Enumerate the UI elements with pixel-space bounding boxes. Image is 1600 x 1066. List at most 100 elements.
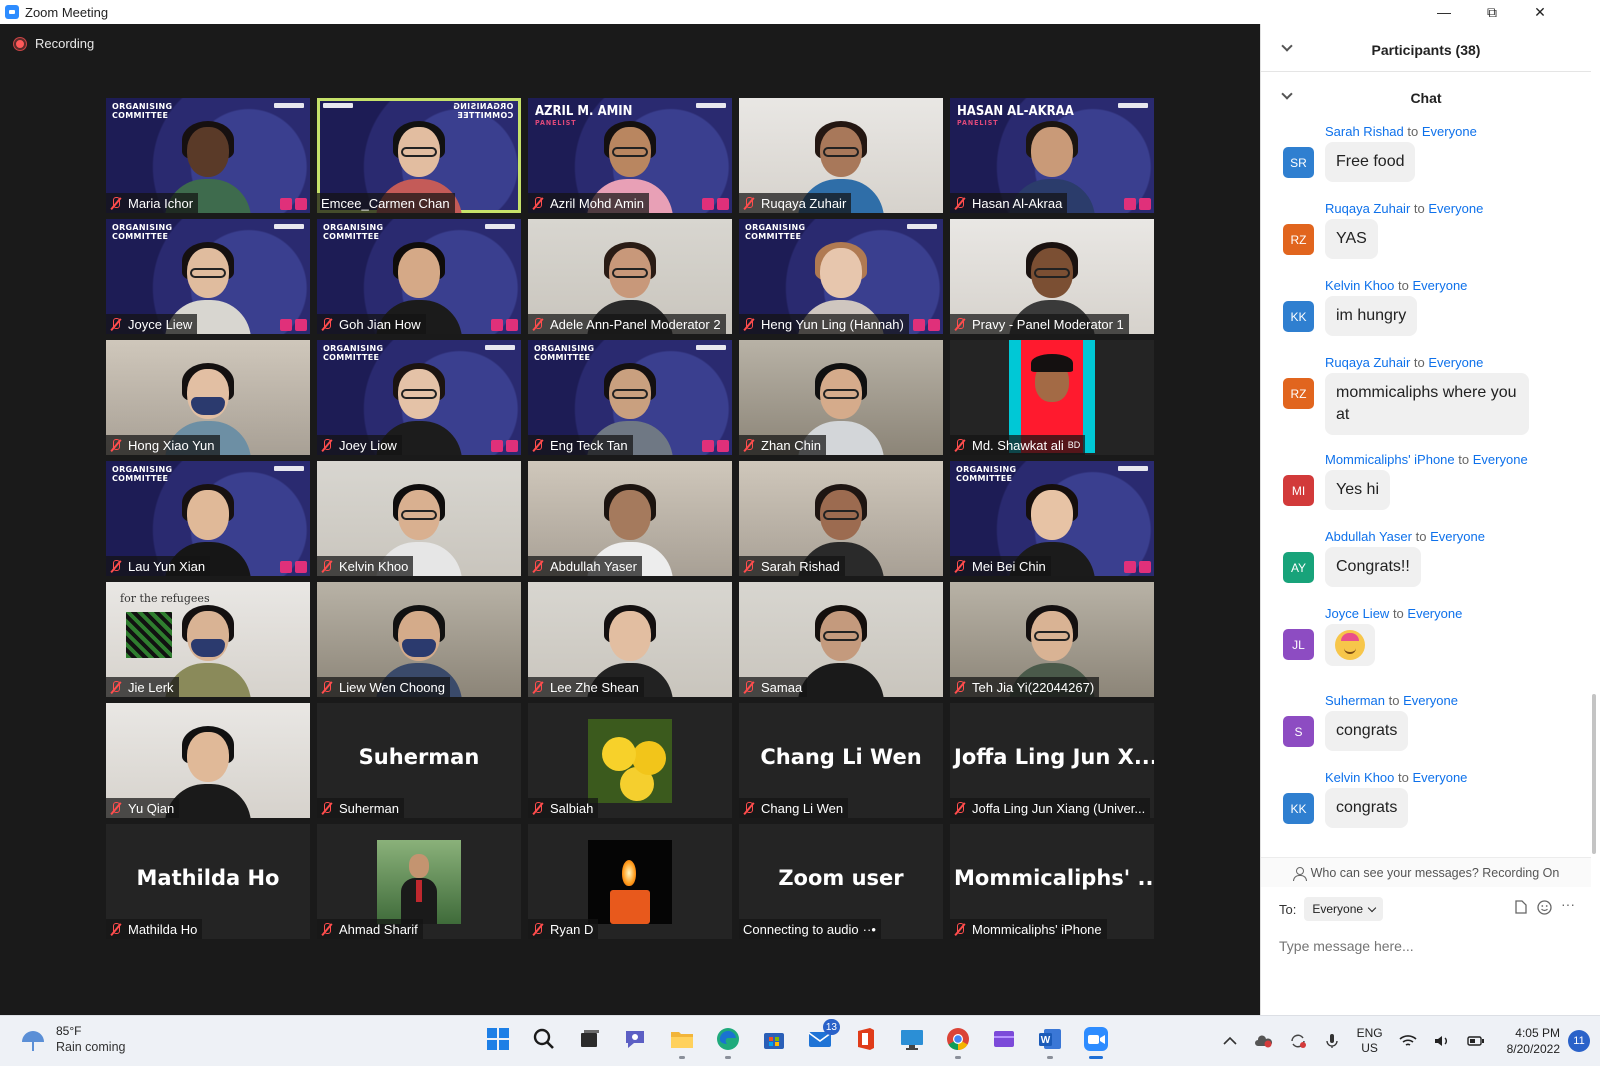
file-icon[interactable] xyxy=(1515,900,1527,917)
participant-tile[interactable]: Zhan Chin xyxy=(739,340,943,455)
notification-badge[interactable]: 11 xyxy=(1568,1030,1590,1052)
language-indicator[interactable]: ENG US xyxy=(1357,1026,1383,1056)
close-button[interactable]: ✕ xyxy=(1516,0,1564,24)
sync-icon[interactable] xyxy=(1289,1034,1307,1048)
recipient-name[interactable]: Everyone xyxy=(1412,770,1467,785)
emoji-icon[interactable] xyxy=(1537,900,1552,918)
participant-tile[interactable]: ORGANISING COMMITTEE Mei Bei Chin xyxy=(950,461,1154,576)
recipient-name[interactable]: Everyone xyxy=(1412,278,1467,293)
clipchamp-icon[interactable] xyxy=(990,1025,1018,1053)
chat-message[interactable]: Kelvin Khoo to Everyone KK congrats xyxy=(1283,770,1583,844)
message-bubble[interactable]: Yes hi xyxy=(1325,470,1390,510)
remote-desktop-icon[interactable] xyxy=(898,1025,926,1053)
participant-tile[interactable]: for the refugees Jie Lerk xyxy=(106,582,310,697)
message-bubble[interactable]: im hungry xyxy=(1325,296,1418,336)
recipient-name[interactable]: Everyone xyxy=(1428,355,1483,370)
chat-message[interactable]: Joyce Liew to Everyone JL xyxy=(1283,606,1583,680)
recipient-select[interactable]: Everyone xyxy=(1304,897,1384,921)
participant-tile[interactable]: Abdullah Yaser xyxy=(528,461,732,576)
chevron-up-icon[interactable] xyxy=(1221,1034,1239,1048)
sender-name[interactable]: Sarah Rishad xyxy=(1325,124,1404,139)
participant-tile[interactable]: ORGANISING COMMITTEE Lau Yun Xian xyxy=(106,461,310,576)
participant-tile[interactable]: Chang Li Wen Chang Li Wen xyxy=(739,703,943,818)
chat-message[interactable]: Abdullah Yaser to Everyone AY Congrats!! xyxy=(1283,529,1583,603)
sender-name[interactable]: Joyce Liew xyxy=(1325,606,1389,621)
chat-message[interactable]: Suherman to Everyone Scongrats xyxy=(1283,693,1583,767)
participant-tile[interactable]: ORGANISING COMMITTEE Heng Yun Ling (Hanna… xyxy=(739,219,943,334)
microphone-icon[interactable] xyxy=(1323,1034,1341,1048)
task-view-icon[interactable] xyxy=(576,1025,604,1053)
participant-tile[interactable]: Suherman Suherman xyxy=(317,703,521,818)
participant-tile[interactable]: ORGANISING COMMITTEE Joey Liow xyxy=(317,340,521,455)
zoom-taskbar-icon[interactable] xyxy=(1082,1025,1110,1059)
participant-tile[interactable]: Zoom user Connecting to audio ··• xyxy=(739,824,943,939)
message-bubble[interactable]: Congrats!! xyxy=(1325,547,1421,587)
teams-chat-icon[interactable] xyxy=(622,1025,650,1053)
volume-icon[interactable] xyxy=(1433,1034,1451,1048)
participants-header[interactable]: Participants (38) xyxy=(1261,28,1591,72)
message-bubble[interactable]: congrats xyxy=(1325,711,1409,751)
participant-tile[interactable]: Ahmad Sharif xyxy=(317,824,521,939)
message-bubble[interactable]: YAS xyxy=(1325,219,1378,259)
mail-icon[interactable]: 13 xyxy=(806,1019,840,1053)
search-icon[interactable] xyxy=(530,1025,558,1053)
word-icon[interactable]: W xyxy=(1036,1025,1064,1059)
participant-tile[interactable]: Salbiah xyxy=(528,703,732,818)
participant-tile[interactable]: ORGANISING COMMITTEE Maria Ichor xyxy=(106,98,310,213)
message-bubble[interactable]: congrats xyxy=(1325,788,1409,828)
chat-message[interactable]: Sarah Rishad to Everyone SR Free food xyxy=(1283,124,1583,198)
sender-name[interactable]: Ruqaya Zuhair xyxy=(1325,201,1410,216)
sender-name[interactable]: Abdullah Yaser xyxy=(1325,529,1412,544)
microsoft-store-icon[interactable] xyxy=(760,1025,788,1053)
recipient-name[interactable]: Everyone xyxy=(1403,693,1458,708)
participant-tile[interactable]: ORGANISING COMMITTEE Joyce Liew xyxy=(106,219,310,334)
participant-tile[interactable]: Sarah Rishad xyxy=(739,461,943,576)
participant-tile[interactable]: Ryan D xyxy=(528,824,732,939)
chat-message-list[interactable]: Sarah Rishad to Everyone SR Free food Ruqay… xyxy=(1261,124,1591,859)
participant-tile[interactable]: ORGANISING COMMITTEE Emcee_Carmen Chan xyxy=(317,98,521,213)
participant-tile[interactable]: Samaa xyxy=(739,582,943,697)
chat-message[interactable]: Ruqaya Zuhair to Everyone RZ mommicaliphs … xyxy=(1283,355,1583,435)
message-bubble[interactable]: mommicaliphs where you at xyxy=(1325,373,1529,435)
participant-tile[interactable]: Ruqaya Zuhair xyxy=(739,98,943,213)
participant-tile[interactable]: HASAN AL-AKRAA PANELIST Hasan Al-Akraa xyxy=(950,98,1154,213)
chat-message-input[interactable] xyxy=(1279,934,1579,958)
participant-tile[interactable]: ORGANISING COMMITTEE Eng Teck Tan xyxy=(528,340,732,455)
participant-tile[interactable]: Lee Zhe Shean xyxy=(528,582,732,697)
recipient-name[interactable]: Everyone xyxy=(1428,201,1483,216)
recipient-name[interactable]: Everyone xyxy=(1430,529,1485,544)
chat-message[interactable]: Ruqaya Zuhair to Everyone RZ YAS xyxy=(1283,201,1583,275)
onedrive-icon[interactable] xyxy=(1254,1034,1273,1048)
chevron-down-icon[interactable] xyxy=(1281,40,1293,52)
restore-button[interactable]: ⧉ xyxy=(1468,0,1516,24)
sender-name[interactable]: Kelvin Khoo xyxy=(1325,278,1394,293)
chat-message[interactable]: Kelvin Khoo to Everyone KK im hungry xyxy=(1283,278,1583,352)
chevron-down-icon[interactable] xyxy=(1281,88,1293,100)
sender-name[interactable]: Kelvin Khoo xyxy=(1325,770,1394,785)
message-visibility-note[interactable]: Who can see your messages? Recording On xyxy=(1261,857,1591,887)
recipient-name[interactable]: Everyone xyxy=(1422,124,1477,139)
chat-scrollbar[interactable] xyxy=(1592,694,1596,854)
message-bubble[interactable]: Free food xyxy=(1325,142,1416,182)
sender-name[interactable]: Suherman xyxy=(1325,693,1385,708)
start-button[interactable] xyxy=(484,1025,512,1053)
participant-tile[interactable]: ORGANISING COMMITTEE Goh Jian How xyxy=(317,219,521,334)
participant-tile[interactable]: Teh Jia Yi(22044267) xyxy=(950,582,1154,697)
message-bubble[interactable] xyxy=(1325,624,1375,666)
recipient-name[interactable]: Everyone xyxy=(1407,606,1462,621)
participant-tile[interactable]: Liew Wen Choong xyxy=(317,582,521,697)
participant-tile[interactable]: Yu Qian xyxy=(106,703,310,818)
recording-indicator[interactable]: Recording xyxy=(14,36,94,51)
file-explorer-icon[interactable] xyxy=(668,1025,696,1059)
participant-tile[interactable]: Md. Shawkat ali BD xyxy=(950,340,1154,455)
office-icon[interactable] xyxy=(852,1025,880,1053)
sender-name[interactable]: Mommicaliphs' iPhone xyxy=(1325,452,1455,467)
battery-icon[interactable] xyxy=(1466,1034,1485,1048)
participant-tile[interactable]: Kelvin Khoo xyxy=(317,461,521,576)
participant-tile[interactable]: Joffa Ling Jun X... Joffa Ling Jun Xiang … xyxy=(950,703,1154,818)
minimize-button[interactable]: — xyxy=(1420,0,1468,24)
taskbar-clock[interactable]: 4:05 PM 8/20/2022 xyxy=(1507,1025,1560,1057)
chat-message[interactable]: Mommicaliphs' iPhone to Everyone MI Yes hi xyxy=(1283,452,1583,526)
participant-tile[interactable]: Mommicaliphs' ... Mommicaliphs' iPhone xyxy=(950,824,1154,939)
participant-tile[interactable]: Mathilda Ho Mathilda Ho xyxy=(106,824,310,939)
